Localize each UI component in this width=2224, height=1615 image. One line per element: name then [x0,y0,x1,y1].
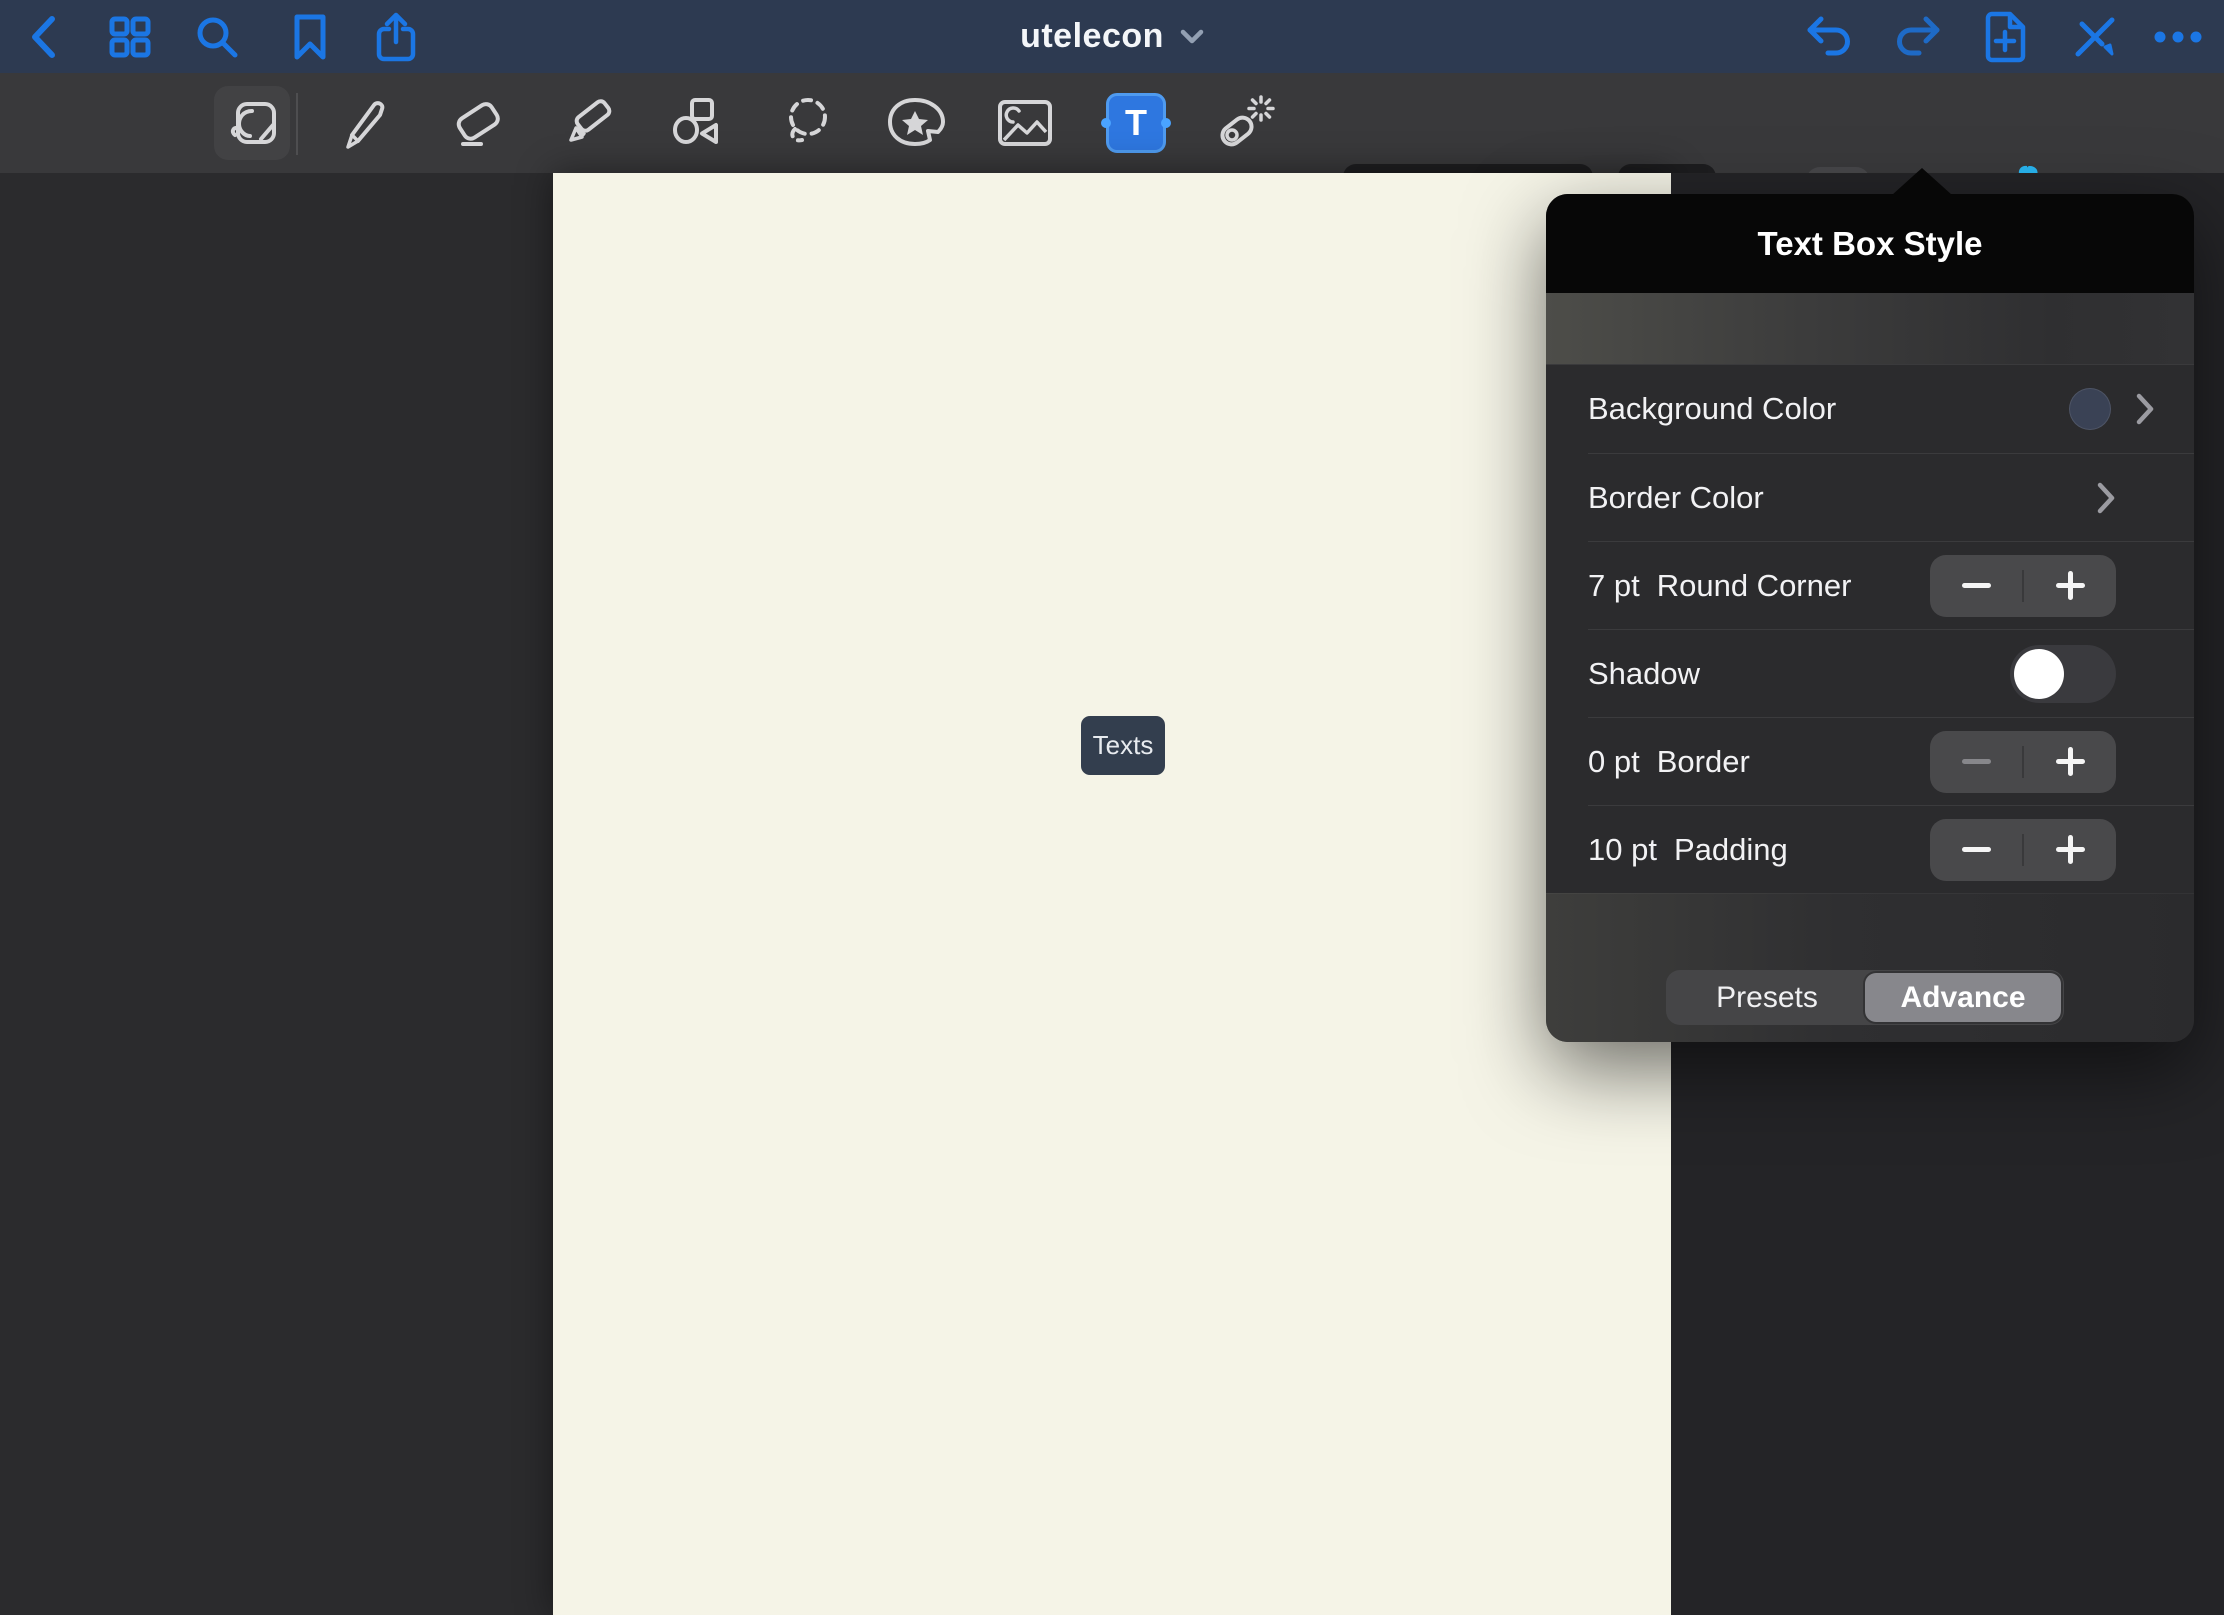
bookmark-icon [292,14,328,60]
row-border-color[interactable]: Border Color [1588,453,2194,541]
text-tool-active[interactable]: T [1093,73,1179,173]
shapes-tool[interactable] [654,73,740,173]
laser-pointer-tool[interactable] [1202,73,1288,173]
pan-tool[interactable] [210,73,296,173]
share-icon [375,12,417,62]
navbar: utelecon [0,0,2224,73]
canvas-textbox[interactable]: Texts [1081,716,1165,775]
add-page-button[interactable] [1970,0,2040,73]
toggle-knob [2014,649,2064,699]
padding-minus-button[interactable] [1930,819,2022,881]
eraser-icon [447,94,505,152]
pan-tool-icon [225,95,281,151]
undo-icon [1806,15,1854,59]
more-button[interactable] [2143,0,2213,73]
row-border-width: 0 pt Border [1588,717,2194,805]
undo-button[interactable] [1795,0,1865,73]
border-width-minus-button[interactable] [1930,731,2022,793]
thumbnails-button[interactable] [95,0,165,73]
tool-toolbar: T HiraginoSans-… 16 [0,73,2224,173]
row-shadow: Shadow [1588,629,2194,717]
round-corner-label: Round Corner [1657,568,1852,604]
document-title[interactable]: utelecon [1020,17,1164,56]
pen-cross-icon [2072,14,2118,60]
sticker-icon [885,96,945,150]
border-color-label: Border Color [1588,480,1764,516]
eraser-tool[interactable] [433,73,519,173]
redo-button[interactable] [1882,0,1952,73]
popover-arrow [1892,168,1952,195]
add-page-icon [1984,11,2026,63]
pen-mode-button[interactable] [2060,0,2130,73]
border-width-label: Border [1657,744,1750,780]
lasso-tool[interactable] [764,73,850,173]
back-icon [28,14,58,60]
laser-pointer-icon [1215,94,1275,152]
border-width-plus-button[interactable] [2024,731,2116,793]
segment-presets[interactable]: Presets [1669,973,1865,1022]
round-corner-value: 7 pt [1588,568,1640,604]
row-round-corner: 7 pt Round Corner [1588,541,2194,629]
page-canvas[interactable] [553,173,1671,1615]
canvas-textbox-label: Texts [1093,730,1154,761]
textbox-style-panel: Text Box Style Background Color Border C… [1546,194,2194,1042]
left-margin [0,173,553,1615]
row-padding: 10 pt Padding [1588,805,2194,893]
panel-header: Text Box Style [1546,194,2194,293]
shapes-icon [668,94,726,152]
sticker-tool[interactable] [872,73,958,173]
chevron-right-icon [2135,393,2155,425]
round-corner-stepper [1930,555,2116,617]
chevron-right-icon [2096,482,2116,514]
row-background-color[interactable]: Background Color [1546,365,2194,453]
back-button[interactable] [8,0,78,73]
redo-icon [1893,15,1941,59]
highlighter-icon [559,94,617,152]
round-corner-plus-button[interactable] [2024,555,2116,617]
toolbar-divider [296,93,298,155]
text-tool-handle-left [1101,118,1111,128]
pen-tool[interactable] [323,73,409,173]
shadow-toggle[interactable] [2010,645,2116,703]
pen-icon [338,95,394,151]
segment-advance[interactable]: Advance [1865,973,2061,1022]
image-icon [997,99,1053,147]
background-color-label: Background Color [1588,391,1836,427]
shadow-label: Shadow [1588,656,1700,692]
share-button[interactable] [361,0,431,73]
highlighter-tool[interactable] [545,73,631,173]
padding-value: 10 pt [1588,832,1657,868]
search-button[interactable] [182,0,252,73]
padding-stepper [1930,819,2116,881]
text-tool-icon: T [1106,93,1166,153]
bookmark-button[interactable] [275,0,345,73]
padding-label: Padding [1674,832,1788,868]
panel-preview-band [1546,293,2194,365]
grid-view-icon [109,16,151,58]
background-color-swatch[interactable] [2069,388,2111,430]
border-width-value: 0 pt [1588,744,1640,780]
text-tool-handle-right [1161,118,1171,128]
border-width-stepper [1930,731,2116,793]
image-tool[interactable] [982,73,1068,173]
presets-advance-segmented-control: Presets Advance [1666,970,2064,1025]
padding-plus-button[interactable] [2024,819,2116,881]
panel-title: Text Box Style [1758,225,1983,263]
panel-footer: Presets Advance [1546,893,2194,1042]
search-icon [195,15,239,59]
more-ellipsis-icon [2154,31,2202,43]
round-corner-minus-button[interactable] [1930,555,2022,617]
lasso-icon [778,94,836,152]
title-chevron-down-icon[interactable] [1180,29,1204,45]
